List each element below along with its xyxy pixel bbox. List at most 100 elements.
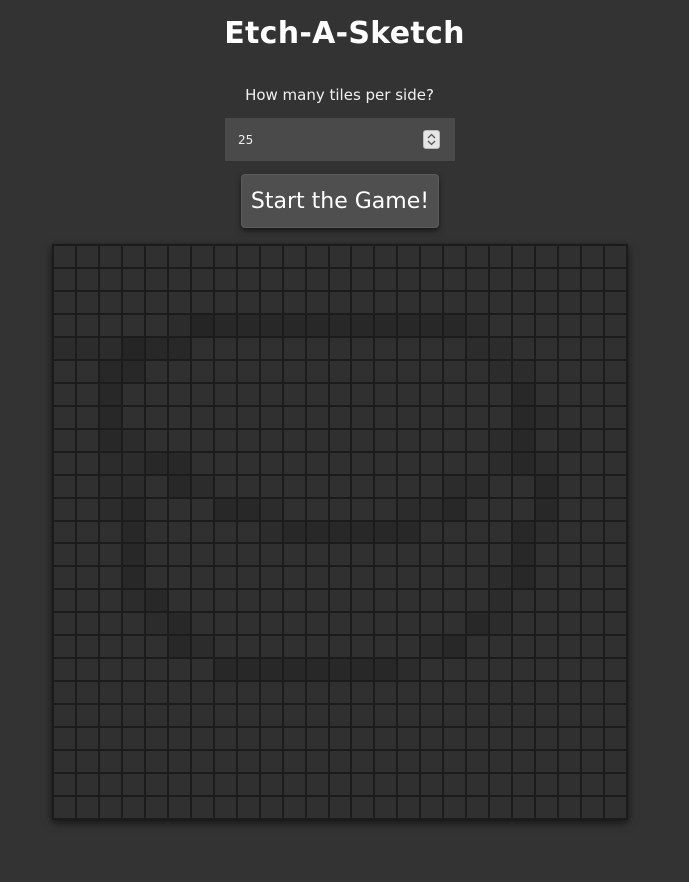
grid-tile[interactable]: [190, 773, 214, 797]
grid-tile[interactable]: [98, 267, 122, 291]
grid-tile[interactable]: [351, 566, 375, 590]
grid-tile[interactable]: [259, 543, 283, 567]
grid-tile[interactable]: [581, 474, 605, 498]
grid-tile[interactable]: [305, 704, 329, 728]
grid-tile[interactable]: [397, 520, 421, 544]
grid-tile[interactable]: [328, 359, 352, 383]
grid-tile[interactable]: [259, 658, 283, 682]
grid-tile[interactable]: [466, 245, 490, 268]
grid-tile[interactable]: [98, 796, 122, 819]
grid-tile[interactable]: [190, 451, 214, 475]
grid-tile[interactable]: [236, 313, 260, 337]
grid-tile[interactable]: [259, 382, 283, 406]
grid-tile[interactable]: [328, 451, 352, 475]
grid-tile[interactable]: [466, 382, 490, 406]
grid-tile[interactable]: [167, 313, 191, 337]
grid-tile[interactable]: [443, 359, 467, 383]
grid-tile[interactable]: [282, 750, 306, 774]
grid-tile[interactable]: [558, 336, 582, 360]
grid-tile[interactable]: [328, 382, 352, 406]
grid-tile[interactable]: [328, 704, 352, 728]
grid-tile[interactable]: [535, 658, 559, 682]
grid-tile[interactable]: [512, 773, 536, 797]
grid-tile[interactable]: [581, 267, 605, 291]
grid-tile[interactable]: [213, 589, 237, 613]
grid-tile[interactable]: [512, 336, 536, 360]
grid-tile[interactable]: [489, 612, 513, 636]
grid-tile[interactable]: [397, 359, 421, 383]
grid-tile[interactable]: [512, 704, 536, 728]
grid-tile[interactable]: [581, 520, 605, 544]
grid-tile[interactable]: [374, 750, 398, 774]
grid-tile[interactable]: [512, 428, 536, 452]
grid-tile[interactable]: [98, 428, 122, 452]
grid-tile[interactable]: [328, 589, 352, 613]
grid-tile[interactable]: [213, 245, 237, 268]
grid-tile[interactable]: [53, 543, 76, 567]
grid-tile[interactable]: [305, 566, 329, 590]
grid-tile[interactable]: [328, 497, 352, 521]
grid-tile[interactable]: [213, 543, 237, 567]
grid-tile[interactable]: [443, 681, 467, 705]
grid-tile[interactable]: [535, 635, 559, 659]
grid-tile[interactable]: [420, 290, 444, 314]
grid-tile[interactable]: [98, 497, 122, 521]
grid-tile[interactable]: [351, 359, 375, 383]
grid-tile[interactable]: [53, 245, 76, 268]
grid-tile[interactable]: [604, 245, 627, 268]
grid-tile[interactable]: [581, 497, 605, 521]
grid-tile[interactable]: [190, 543, 214, 567]
grid-tile[interactable]: [144, 566, 168, 590]
grid-tile[interactable]: [167, 474, 191, 498]
grid-tile[interactable]: [489, 245, 513, 268]
grid-tile[interactable]: [282, 635, 306, 659]
grid-tile[interactable]: [351, 681, 375, 705]
grid-tile[interactable]: [282, 612, 306, 636]
grid-tile[interactable]: [213, 773, 237, 797]
grid-tile[interactable]: [420, 313, 444, 337]
grid-tile[interactable]: [397, 474, 421, 498]
grid-tile[interactable]: [190, 428, 214, 452]
grid-tile[interactable]: [466, 313, 490, 337]
grid-tile[interactable]: [604, 704, 627, 728]
tiles-per-side-field[interactable]: [225, 118, 455, 161]
grid-tile[interactable]: [512, 382, 536, 406]
grid-tile[interactable]: [558, 405, 582, 429]
grid-tile[interactable]: [305, 612, 329, 636]
grid-tile[interactable]: [443, 245, 467, 268]
grid-tile[interactable]: [581, 313, 605, 337]
grid-tile[interactable]: [167, 290, 191, 314]
grid-tile[interactable]: [512, 520, 536, 544]
grid-tile[interactable]: [558, 245, 582, 268]
grid-tile[interactable]: [213, 336, 237, 360]
grid-tile[interactable]: [374, 405, 398, 429]
grid-tile[interactable]: [397, 543, 421, 567]
grid-tile[interactable]: [558, 750, 582, 774]
grid-tile[interactable]: [489, 405, 513, 429]
grid-tile[interactable]: [236, 543, 260, 567]
grid-tile[interactable]: [53, 290, 76, 314]
grid-tile[interactable]: [443, 612, 467, 636]
grid-tile[interactable]: [443, 405, 467, 429]
grid-tile[interactable]: [190, 474, 214, 498]
grid-tile[interactable]: [190, 405, 214, 429]
grid-tile[interactable]: [374, 497, 398, 521]
grid-tile[interactable]: [466, 405, 490, 429]
grid-tile[interactable]: [581, 428, 605, 452]
grid-tile[interactable]: [259, 750, 283, 774]
grid-tile[interactable]: [535, 290, 559, 314]
grid-tile[interactable]: [420, 267, 444, 291]
grid-tile[interactable]: [420, 474, 444, 498]
grid-tile[interactable]: [535, 245, 559, 268]
grid-tile[interactable]: [604, 451, 627, 475]
grid-tile[interactable]: [236, 658, 260, 682]
grid-tile[interactable]: [374, 681, 398, 705]
grid-tile[interactable]: [75, 451, 99, 475]
grid-tile[interactable]: [604, 658, 627, 682]
grid-tile[interactable]: [167, 796, 191, 819]
grid-tile[interactable]: [558, 681, 582, 705]
grid-tile[interactable]: [558, 290, 582, 314]
grid-tile[interactable]: [558, 543, 582, 567]
grid-tile[interactable]: [604, 290, 627, 314]
grid-tile[interactable]: [443, 474, 467, 498]
